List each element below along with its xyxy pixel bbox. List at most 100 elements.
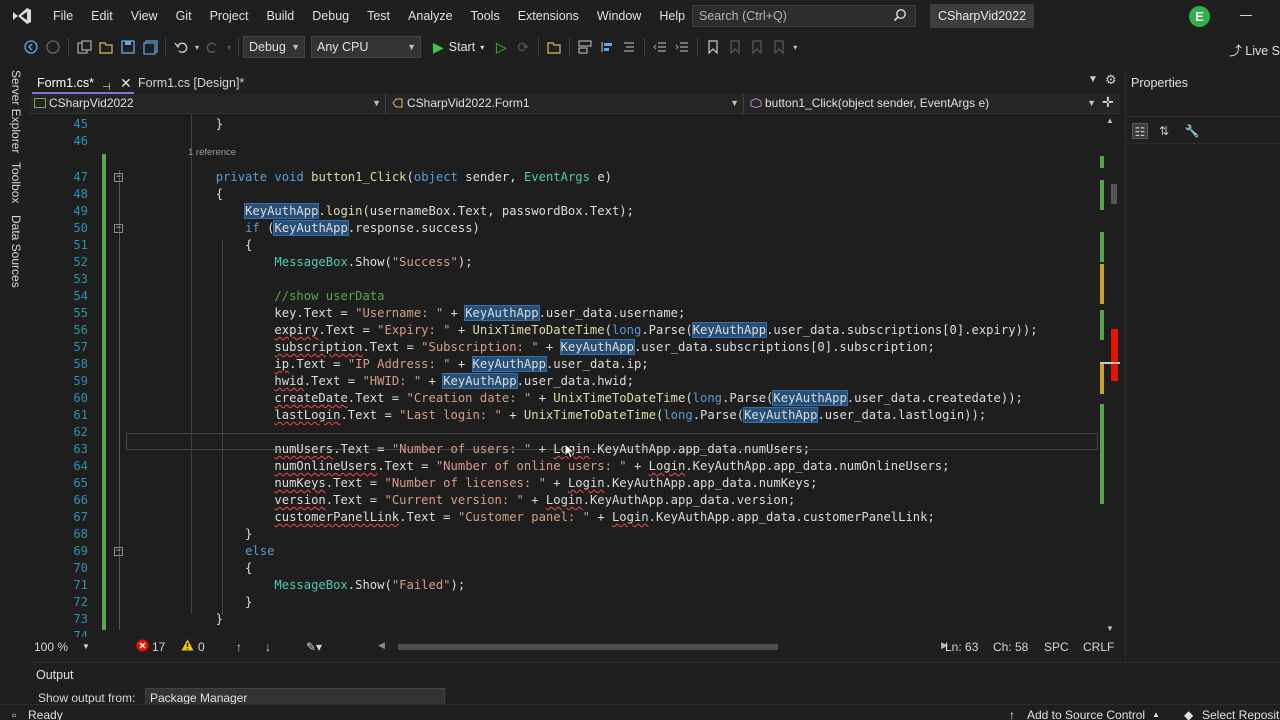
scroll-up-icon[interactable]: ▲ (1106, 116, 1114, 125)
collapse-icon[interactable]: − (114, 224, 123, 233)
code-line[interactable]: 73 } (30, 611, 1100, 628)
start-without-debugging-icon[interactable]: ▷ (490, 36, 512, 58)
line-number-indicator[interactable]: Ln: 63 (945, 640, 978, 654)
undo-dropdown-icon[interactable]: ▾ (192, 36, 202, 58)
split-window-icon[interactable]: ✛ (1102, 94, 1114, 111)
previous-issue-icon[interactable]: ↑ (236, 640, 242, 654)
redo-dropdown-icon[interactable]: ▾ (224, 36, 234, 58)
code-line[interactable]: 61 lastLogin.Text = "Last login: " + Uni… (30, 407, 1100, 424)
start-debugging-button[interactable]: ▶ Start ▾ (427, 39, 490, 56)
menu-extensions[interactable]: Extensions (509, 0, 588, 32)
next-bookmark-icon[interactable] (746, 36, 768, 58)
tab-toolbox[interactable]: Toolbox (9, 162, 23, 203)
code-line[interactable]: 49 KeyAuthApp.login(usernameBox.Text, pa… (30, 203, 1100, 220)
code-line[interactable]: 58 ip.Text = "IP Address: " + KeyAuthApp… (30, 356, 1100, 373)
member-select[interactable]: button1_Click(object sender, EventArgs e… (746, 94, 1100, 114)
project-select[interactable]: CSharpVid2022 ▼ (30, 94, 386, 114)
tab-list-dropdown-icon[interactable]: ▼ (1088, 74, 1098, 85)
code-line[interactable]: 52 MessageBox.Show("Success"); (30, 254, 1100, 271)
clear-bookmarks-icon[interactable] (768, 36, 790, 58)
whitespace-indicator[interactable]: SPC (1044, 640, 1069, 654)
menu-tools[interactable]: Tools (462, 0, 509, 32)
comment-lines-icon[interactable] (618, 36, 640, 58)
column-indicator[interactable]: Ch: 58 (993, 640, 1028, 654)
tab-server-explorer[interactable]: Server Explorer (9, 70, 23, 153)
redo-icon[interactable] (202, 36, 224, 58)
menu-debug[interactable]: Debug (303, 0, 358, 32)
code-line[interactable]: 70 { (30, 560, 1100, 577)
previous-bookmark-icon[interactable] (724, 36, 746, 58)
align-icon[interactable] (596, 36, 618, 58)
code-line[interactable]: 45 } (30, 116, 1100, 133)
code-line[interactable]: 48 { (30, 186, 1100, 203)
code-cleanup-icon[interactable]: ✎▾ (306, 640, 322, 654)
editor-vertical-scrollbar[interactable]: ▲ ▼ (1100, 114, 1120, 637)
menu-git[interactable]: Git (167, 0, 201, 32)
warning-count[interactable]: 0 (198, 640, 205, 654)
code-line[interactable]: 68 } (30, 526, 1100, 543)
indent-icon[interactable] (671, 36, 693, 58)
search-input[interactable]: Search (Ctrl+Q) (692, 5, 916, 27)
code-line[interactable]: 46 (30, 133, 1100, 150)
zoom-dropdown-icon[interactable]: ▼ (82, 642, 90, 651)
outdent-icon[interactable] (649, 36, 671, 58)
collapse-icon[interactable]: − (114, 547, 123, 556)
user-avatar[interactable]: E (1189, 6, 1210, 27)
scroll-down-icon[interactable]: ▼ (1106, 624, 1114, 633)
code-line[interactable]: 65 numKeys.Text = "Number of licenses: "… (30, 475, 1100, 492)
alphabetical-icon[interactable]: ⇅ (1156, 123, 1172, 139)
code-line[interactable]: 59 hwid.Text = "HWID: " + KeyAuthApp.use… (30, 373, 1100, 390)
live-share-button[interactable]: ⤴ Live S (1229, 40, 1280, 59)
navigate-back-icon[interactable] (20, 36, 42, 58)
save-icon[interactable] (117, 36, 139, 58)
menu-window[interactable]: Window (588, 0, 650, 32)
close-icon[interactable]: ✕ (120, 72, 132, 94)
code-line[interactable]: 64 numOnlineUsers.Text = "Number of onli… (30, 458, 1100, 475)
menu-view[interactable]: View (122, 0, 167, 32)
add-to-source-control-button[interactable]: Add to Source Control (1027, 708, 1145, 720)
code-line[interactable]: 72 } (30, 594, 1100, 611)
open-file-icon[interactable] (95, 36, 117, 58)
code-line[interactable]: 56 expiry.Text = "Expiry: " + UnixTimeTo… (30, 322, 1100, 339)
save-all-icon[interactable] (139, 36, 161, 58)
code-line[interactable]: 57 subscription.Text = "Subscription: " … (30, 339, 1100, 356)
code-line[interactable]: 53 (30, 271, 1100, 288)
tab-form1-design[interactable]: Form1.cs [Design]* (133, 72, 293, 94)
categorized-icon[interactable]: ☷ (1132, 123, 1148, 139)
scroll-thumb[interactable] (398, 644, 778, 650)
code-line[interactable]: 50 if (KeyAuthApp.response.success) − (30, 220, 1100, 237)
next-issue-icon[interactable]: ↓ (265, 640, 271, 654)
property-pages-icon[interactable]: 🔧 (1184, 123, 1200, 139)
code-line[interactable]: 54 //show userData (30, 288, 1100, 305)
code-line[interactable]: 69 else − (30, 543, 1100, 560)
editor-horizontal-scrollbar[interactable]: ◀ ▶ (378, 640, 948, 654)
code-line[interactable]: 47 private void button1_Click(object sen… (30, 169, 1100, 186)
layout-icon[interactable] (574, 36, 596, 58)
class-select[interactable]: CSharpVid2022.Form1 ▼ (388, 94, 744, 114)
scroll-thumb[interactable] (1111, 184, 1117, 204)
solution-configuration-select[interactable]: Debug ▼ (243, 36, 305, 58)
scroll-left-icon[interactable]: ◀ (378, 640, 385, 651)
tab-form1-cs[interactable]: Form1.cs* ⊣ ✕ (32, 72, 134, 94)
toolbar-overflow-icon[interactable]: ▾ (790, 36, 800, 58)
solution-platform-select[interactable]: Any CPU ▼ (311, 36, 421, 58)
code-line[interactable]: 62 (30, 424, 1100, 441)
menu-edit[interactable]: Edit (82, 0, 122, 32)
menu-test[interactable]: Test (358, 0, 399, 32)
code-line[interactable]: 71 MessageBox.Show("Failed"); (30, 577, 1100, 594)
code-line[interactable]: 60 createDate.Text = "Creation date: " +… (30, 390, 1100, 407)
navigate-forward-icon[interactable] (42, 36, 64, 58)
code-line[interactable]: 66 version.Text = "Current version: " + … (30, 492, 1100, 509)
tab-data-sources[interactable]: Data Sources (9, 215, 23, 288)
collapse-icon[interactable]: − (114, 173, 123, 182)
visual-studio-logo-icon[interactable] (0, 0, 44, 32)
menu-analyze[interactable]: Analyze (399, 0, 461, 32)
code-line[interactable]: 74 (30, 628, 1100, 637)
code-line[interactable]: 51 { (30, 237, 1100, 254)
error-count[interactable]: 17 (152, 640, 165, 654)
menu-build[interactable]: Build (257, 0, 303, 32)
bookmark-icon[interactable] (702, 36, 724, 58)
menu-file[interactable]: File (44, 0, 82, 32)
line-ending-indicator[interactable]: CRLF (1083, 640, 1114, 654)
browse-folder-icon[interactable] (543, 36, 565, 58)
